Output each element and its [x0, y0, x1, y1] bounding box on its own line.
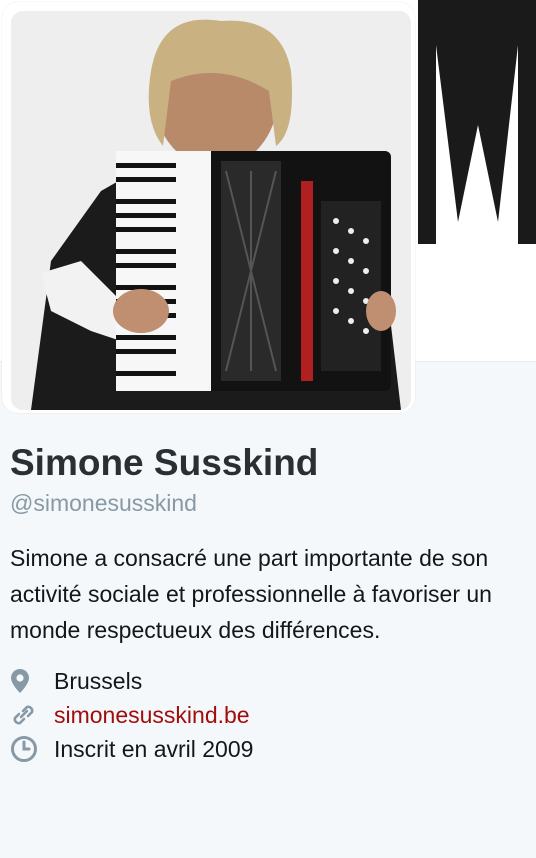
avatar[interactable] [11, 11, 411, 410]
joined-row: Inscrit en avril 2009 [10, 732, 526, 766]
location-row: Brussels [10, 664, 526, 698]
profile-handle[interactable]: @simonesusskind [10, 488, 526, 518]
location-text: Brussels [54, 667, 143, 694]
link-icon [10, 701, 46, 729]
website-row: simonesusskind.be [10, 698, 526, 732]
profile-name[interactable]: Simone Susskind [10, 440, 526, 486]
avatar-frame[interactable] [2, 2, 415, 413]
profile-bio: Simone a consacré une part importante de… [10, 545, 492, 643]
banner-image [418, 0, 536, 244]
joined-text: Inscrit en avril 2009 [54, 735, 254, 762]
map-pin-icon [10, 667, 46, 695]
profile-meta: Brussels simonesusskind.be Inscrit en av… [10, 664, 526, 766]
website-link[interactable]: simonesusskind.be [54, 702, 250, 729]
profile-card: Simone Susskind @simonesusskind Simone a… [10, 440, 526, 766]
clock-icon [10, 735, 46, 763]
